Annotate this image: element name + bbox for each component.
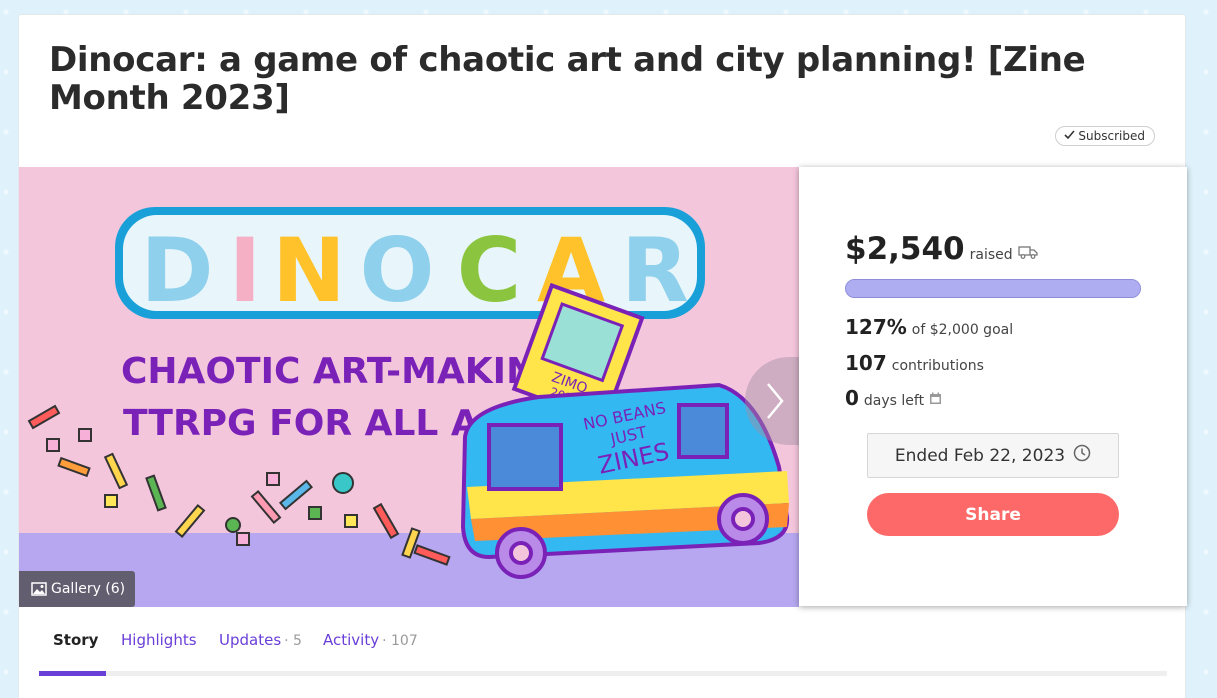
tab-updates[interactable]: Updates · 5 [219, 631, 302, 649]
hero-tagline-1: CHAOTIC ART-MAKING [121, 351, 566, 392]
raised-row: $2,540 raised [845, 231, 1038, 267]
subscribed-badge[interactable]: Subscribed [1055, 126, 1155, 146]
tab-count: · 5 [284, 633, 302, 649]
page-title: Dinocar: a game of chaotic art and city … [49, 40, 1086, 118]
progress-bar-fill [846, 280, 1140, 297]
checkmark-icon [1064, 129, 1076, 143]
svg-text:I: I [229, 219, 262, 322]
hero-image: D I N O C A R CHAOTIC ART-MAKING TTRPG F… [19, 167, 799, 607]
svg-text:C: C [457, 219, 522, 322]
percent-row: 127% of $2,000 goal [845, 315, 1013, 339]
contributions-count: 107 [845, 351, 887, 375]
days-left-row: 0 days left [845, 386, 942, 410]
goal-label: of $2,000 goal [911, 322, 1014, 338]
chevron-right-icon [765, 382, 785, 420]
subscribed-label: Subscribed [1078, 129, 1145, 143]
share-button[interactable]: Share [867, 493, 1119, 536]
svg-text:D: D [140, 219, 213, 322]
hero-illustration: D I N O C A R CHAOTIC ART-MAKING TTRPG F… [19, 167, 799, 607]
gallery-button[interactable]: Gallery (6) [19, 571, 135, 607]
days-left-count: 0 [845, 386, 859, 410]
tab-story[interactable]: Story [53, 631, 98, 649]
tab-highlights[interactable]: Highlights [121, 631, 197, 649]
campaign-card: Dinocar: a game of chaotic art and city … [18, 14, 1187, 698]
truck-icon [1018, 244, 1038, 263]
tab-label: Story [53, 631, 99, 649]
calendar-icon [929, 390, 942, 409]
tab-label: Activity [323, 631, 380, 649]
percent-funded: 127% [845, 315, 907, 339]
campaign-tabs: Story Highlights Updates · 5 Activity · … [39, 621, 1167, 676]
tab-activity[interactable]: Activity · 107 [323, 631, 418, 649]
funding-stats-panel: $2,540 raised 127% of $2,000 goal 107 co… [799, 167, 1187, 606]
progress-bar [845, 279, 1141, 298]
svg-text:N: N [272, 219, 346, 322]
contributions-label: contributions [891, 358, 984, 374]
ended-label: Ended Feb 22, 2023 [894, 445, 1066, 466]
campaign-ended-status: Ended Feb 22, 2023 [867, 433, 1119, 478]
active-tab-indicator [39, 671, 106, 676]
raised-label: raised [969, 247, 1013, 263]
contributions-row: 107 contributions [845, 351, 984, 375]
tab-label: Highlights [121, 631, 197, 649]
image-icon [31, 582, 47, 596]
tab-count: · 107 [382, 633, 418, 649]
days-left-label: days left [863, 393, 925, 409]
svg-text:O: O [360, 219, 435, 322]
tab-label: Updates [219, 631, 282, 649]
clock-icon [1073, 444, 1091, 467]
svg-text:R: R [621, 219, 689, 322]
tab-underline-track [39, 671, 1167, 676]
gallery-label: Gallery (6) [51, 581, 126, 597]
raised-amount: $2,540 [845, 231, 965, 267]
